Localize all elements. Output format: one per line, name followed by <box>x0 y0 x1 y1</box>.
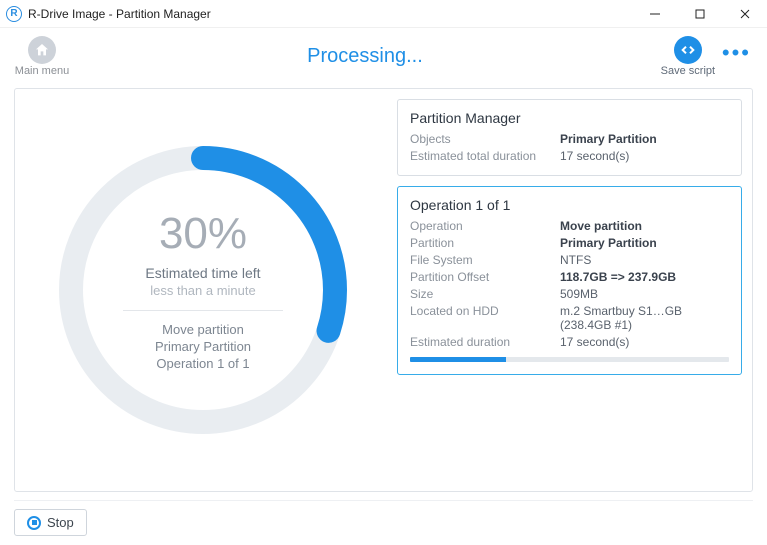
op-offset-label: Partition Offset <box>410 270 560 284</box>
stop-icon <box>27 516 41 530</box>
summary-est-value: 17 second(s) <box>560 149 729 163</box>
main-content: 30% Estimated time left less than a minu… <box>14 88 753 492</box>
op-line-3: Operation 1 of 1 <box>155 355 251 372</box>
divider <box>123 310 283 311</box>
summary-objects-value: Primary Partition <box>560 132 729 146</box>
window-controls <box>632 0 767 28</box>
op-partition-label: Partition <box>410 236 560 250</box>
close-button[interactable] <box>722 0 767 28</box>
code-icon <box>674 36 702 64</box>
progress-percent: 30% <box>159 209 247 259</box>
window-title: R-Drive Image - Partition Manager <box>28 7 211 21</box>
op-dur-value: 17 second(s) <box>560 335 729 349</box>
op-partition-value: Primary Partition <box>560 236 729 250</box>
save-script-label: Save script <box>661 65 715 77</box>
more-menu-button[interactable]: ••• <box>718 40 755 72</box>
operation-title: Operation 1 of 1 <box>410 197 729 213</box>
window-titlebar: R R-Drive Image - Partition Manager <box>0 0 767 28</box>
page-title: Processing... <box>72 45 658 68</box>
op-operation-label: Operation <box>410 219 560 233</box>
op-operation-value: Move partition <box>560 219 729 233</box>
progress-column: 30% Estimated time left less than a minu… <box>19 99 387 481</box>
op-fs-label: File System <box>410 253 560 267</box>
op-line-2: Primary Partition <box>155 338 251 355</box>
maximize-button[interactable] <box>677 0 722 28</box>
op-hdd-label: Located on HDD <box>410 304 560 332</box>
estimated-time-label: Estimated time left <box>145 265 260 281</box>
progress-ring: 30% Estimated time left less than a minu… <box>48 135 358 445</box>
save-script-button[interactable]: Save script <box>658 36 718 77</box>
op-offset-value: 118.7GB => 237.9GB <box>560 270 729 284</box>
home-icon <box>28 36 56 64</box>
op-size-label: Size <box>410 287 560 301</box>
footer: Stop <box>14 500 753 540</box>
main-menu-label: Main menu <box>15 65 69 77</box>
app-icon: R <box>6 6 22 22</box>
details-column: Partition Manager Objects Primary Partit… <box>397 99 742 481</box>
summary-objects-label: Objects <box>410 132 560 146</box>
stop-button[interactable]: Stop <box>14 509 87 536</box>
stop-label: Stop <box>47 515 74 530</box>
operation-progress-bar <box>410 357 729 362</box>
operation-summary: Move partition Primary Partition Operati… <box>155 321 251 372</box>
operation-panel: Operation 1 of 1 Operation Move partitio… <box>397 186 742 375</box>
op-line-1: Move partition <box>155 321 251 338</box>
op-hdd-value: m.2 Smartbuy S1…GB (238.4GB #1) <box>560 304 729 332</box>
summary-panel: Partition Manager Objects Primary Partit… <box>397 99 742 176</box>
summary-title: Partition Manager <box>410 110 729 126</box>
op-size-value: 509MB <box>560 287 729 301</box>
op-fs-value: NTFS <box>560 253 729 267</box>
op-dur-label: Estimated duration <box>410 335 560 349</box>
summary-est-label: Estimated total duration <box>410 149 560 163</box>
minimize-button[interactable] <box>632 0 677 28</box>
toolbar: Main menu Processing... Save script ••• <box>0 28 767 84</box>
estimated-time-value: less than a minute <box>150 283 256 298</box>
main-menu-button[interactable]: Main menu <box>12 36 72 77</box>
